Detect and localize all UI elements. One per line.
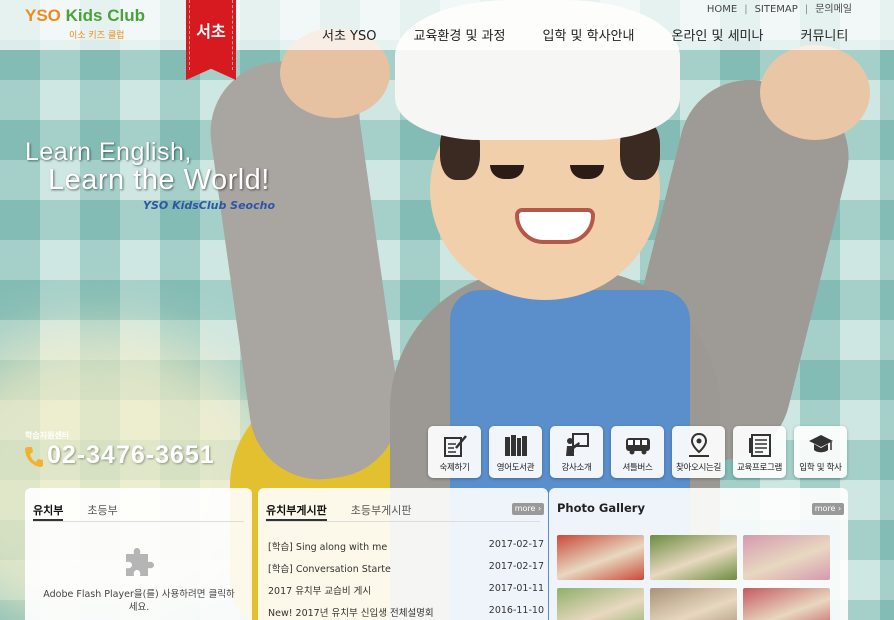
gallery-title: Photo Gallery (557, 501, 645, 515)
quick-teachers-label: 강사소개 (561, 463, 592, 473)
gallery-more-label: more (814, 504, 836, 513)
quick-library-label: 영어도서관 (496, 463, 535, 473)
quick-program-button[interactable]: 교육프로그램 (733, 426, 786, 478)
gallery-thumbnail[interactable] (743, 535, 830, 580)
util-divider: | (744, 4, 748, 15)
board-row[interactable]: [학습] Sing along with me 2017-02-17 (268, 535, 546, 557)
main-nav: 서초 YSO 교육환경 및 과정 입학 및 학사안내 온라인 및 세미나 커뮤니… (322, 25, 885, 44)
logo-title-text: YSO Kids Club (25, 6, 145, 25)
quick-menu: 숙제하기 영어도서관 강사소개 셔틀버스 찾아오시는길 교육프로그램 입학 및 … (428, 426, 855, 478)
board-post-title: 2017 유치부 교습비 게시 (268, 586, 372, 597)
quick-directions-button[interactable]: 찾아오시는길 (672, 426, 725, 478)
tab-elementary-video[interactable]: 초등부 (87, 498, 117, 521)
logo-title[interactable]: YSO Kids Club (25, 6, 145, 26)
quick-admission-label: 입학 및 학사 (799, 463, 842, 473)
video-tabs: 유치부 초등부 (33, 498, 244, 522)
quick-directions-label: 찾아오시는길 (675, 463, 722, 473)
board-row[interactable]: 2017 유치부 교습비 게시 2017-01-11 (268, 579, 546, 601)
gallery-thumbnail[interactable] (557, 535, 644, 580)
board-post-date: 2017-02-17 (488, 539, 544, 550)
nav-item-online-seminar[interactable]: 온라인 및 세미나 (671, 25, 763, 44)
map-pin-icon (689, 432, 709, 457)
nav-item-community[interactable]: 커뮤니티 (800, 25, 848, 44)
util-link-email[interactable]: 문의메일 (815, 4, 852, 15)
gallery-thumbnail[interactable] (743, 588, 830, 620)
quick-teachers-button[interactable]: 강사소개 (550, 426, 603, 478)
flash-player-message[interactable]: Adobe Flash Player을(를) 사용하려면 클릭하세요. (39, 588, 239, 614)
board-row[interactable]: New! 2017년 유치부 신입생 전체설명회 2016-11-10 (268, 601, 546, 620)
graduation-cap-icon (809, 435, 833, 453)
gallery-thumbnail[interactable] (557, 588, 644, 620)
hero-child-right-hand (760, 45, 870, 140)
hero-slogan-line1: Learn English, (25, 138, 192, 166)
quick-program-label: 교육프로그램 (736, 463, 783, 473)
board-more-button[interactable]: more › (512, 503, 544, 515)
nav-item-seocho-yso[interactable]: 서초 YSO (322, 25, 376, 44)
tab-elementary-board[interactable]: 초등부게시판 (351, 498, 412, 521)
board-post-date: 2017-02-17 (488, 561, 544, 572)
quick-homework-label: 숙제하기 (439, 463, 470, 473)
quick-homework-button[interactable]: 숙제하기 (428, 426, 481, 478)
phone-label: 학습지원센터 (25, 431, 70, 440)
board-row[interactable]: [학습] Conversation Starte 2017-02-17 (268, 557, 546, 579)
quick-library-button[interactable]: 영어도서관 (489, 426, 542, 478)
site-header: YSO Kids Club 이소 키즈 클럽 서초 HOME | SITEMAP | 문… (0, 0, 894, 80)
util-link-home[interactable]: HOME (707, 4, 737, 15)
branch-label: 서초 (196, 22, 226, 41)
hero-slogan-line2: Learn the World! (48, 164, 270, 196)
nav-item-admission[interactable]: 입학 및 학사안내 (542, 25, 634, 44)
video-panel: 유치부 초등부 Adobe Flash Player을(를) 사용하려면 클릭하… (25, 488, 252, 620)
teacher-board-icon (566, 433, 589, 456)
board-post-date: 2016-11-10 (488, 605, 544, 616)
board-more-label: more (514, 504, 536, 513)
board-post-title: [학습] Sing along with me (268, 542, 388, 553)
phone-icon (25, 447, 43, 467)
gallery-more-button[interactable]: more › (812, 503, 844, 515)
quick-shuttle-button[interactable]: 셔틀버스 (611, 426, 664, 478)
board-panel: 유치부게시판 초등부게시판 more › [학습] Sing along wit… (258, 488, 548, 620)
utility-links: HOME | SITEMAP | 문의메일 (707, 0, 852, 15)
homework-icon (444, 435, 467, 457)
quick-admission-button[interactable]: 입학 및 학사 (794, 426, 847, 478)
util-divider: | (804, 4, 809, 15)
hero-slogan-brand: YSO KidsClub Seocho (143, 199, 276, 212)
gallery-thumbnail[interactable] (650, 588, 737, 620)
library-books-icon (505, 435, 527, 456)
board-post-date: 2017-01-11 (488, 583, 544, 594)
program-document-icon (749, 434, 771, 457)
nav-item-education[interactable]: 교육환경 및 과정 (413, 25, 505, 44)
bus-icon (626, 438, 650, 455)
branch-ribbon: 서초 (186, 0, 236, 80)
board-post-title: New! 2017년 유치부 신입생 전체설명회 (268, 608, 434, 619)
gallery-panel: Photo Gallery more › (549, 488, 848, 620)
board-tabs: 유치부게시판 초등부게시판 (266, 498, 540, 522)
plugin-puzzle-icon[interactable] (122, 544, 156, 578)
phone-number[interactable]: 02-3476-3651 (47, 441, 215, 470)
logo-subtitle: 이소 키즈 클럽 (69, 31, 125, 41)
quick-shuttle-label: 셔틀버스 (622, 463, 653, 473)
logo-yso: YSO (25, 6, 61, 25)
util-link-sitemap[interactable]: SITEMAP (755, 4, 798, 15)
tab-kindergarten-video[interactable]: 유치부 (33, 498, 64, 521)
tab-kindergarten-board[interactable]: 유치부게시판 (266, 498, 327, 521)
gallery-thumbnail[interactable] (650, 535, 737, 580)
board-post-title: [학습] Conversation Starte (268, 564, 391, 575)
logo-kidsclub: Kids Club (65, 6, 145, 25)
